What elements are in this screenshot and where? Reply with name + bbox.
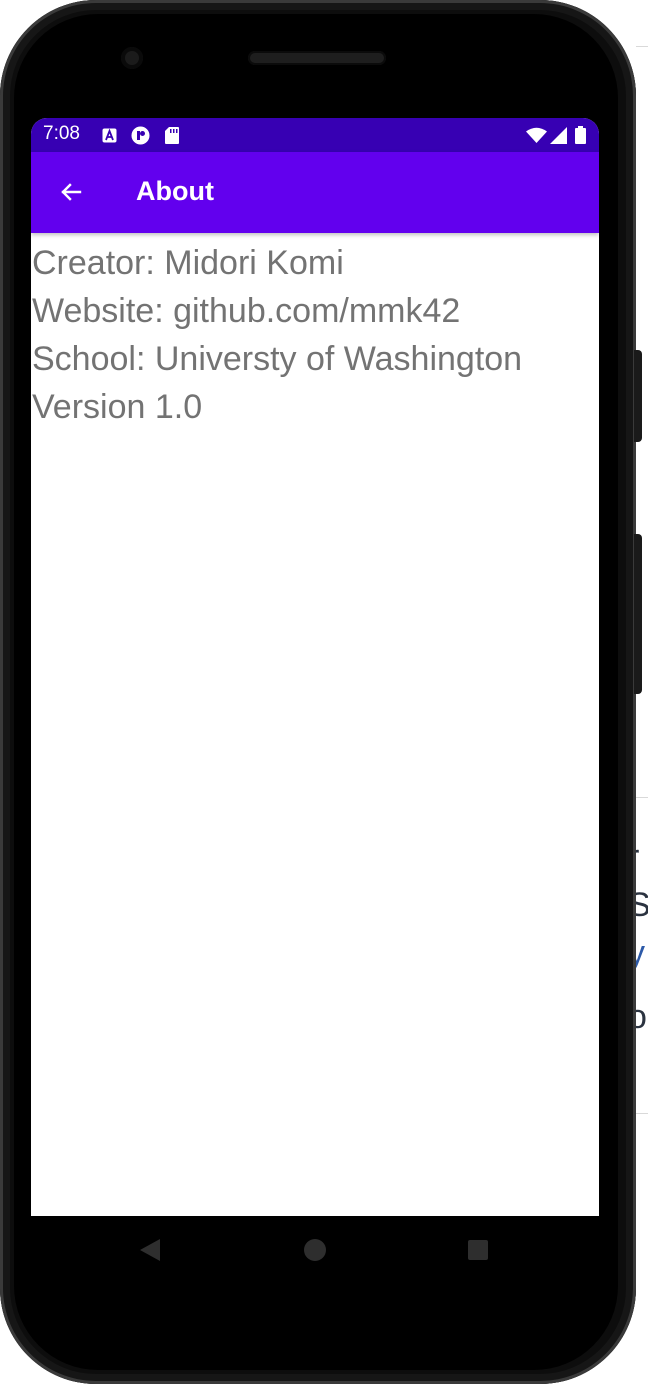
creator-text: Creator: Midori Komi: [32, 244, 344, 282]
wifi-icon: [525, 126, 547, 144]
front-camera-icon: [121, 47, 143, 69]
volume-button[interactable]: [634, 350, 642, 442]
app-circle-icon: [130, 126, 150, 144]
back-button[interactable]: [51, 172, 91, 212]
website-text: Website: github.com/mmk42: [32, 292, 461, 330]
battery-icon: [574, 126, 586, 144]
power-button[interactable]: [634, 534, 642, 694]
background-divider: [636, 797, 648, 798]
recents-square-icon: [468, 1240, 488, 1260]
phone-screen: 7:08 About Creator: Midori Komi Website:…: [31, 118, 599, 1216]
nav-recents-button[interactable]: [466, 1238, 490, 1262]
status-time: 7:08: [43, 123, 80, 144]
about-content: Creator: Midori Komi Website: github.com…: [32, 239, 598, 431]
background-divider: [636, 46, 648, 47]
cell-signal-icon: [549, 126, 567, 144]
version-text: Version 1.0: [32, 388, 203, 426]
back-arrow-icon: [61, 183, 82, 201]
navigation-bar: [31, 1216, 599, 1284]
back-triangle-icon: [140, 1239, 160, 1261]
earpiece-speaker: [248, 51, 386, 65]
app-a-icon: [101, 126, 117, 144]
app-bar: About: [31, 152, 599, 233]
sd-card-icon: [164, 126, 180, 144]
school-text: School: Universty of Washington: [32, 340, 523, 378]
status-bar: 7:08: [31, 118, 599, 152]
nav-home-button[interactable]: [303, 1238, 327, 1262]
home-circle-icon: [304, 1239, 326, 1261]
nav-back-button[interactable]: [138, 1238, 162, 1262]
page-title: About: [136, 176, 214, 206]
background-divider: [636, 1113, 648, 1114]
